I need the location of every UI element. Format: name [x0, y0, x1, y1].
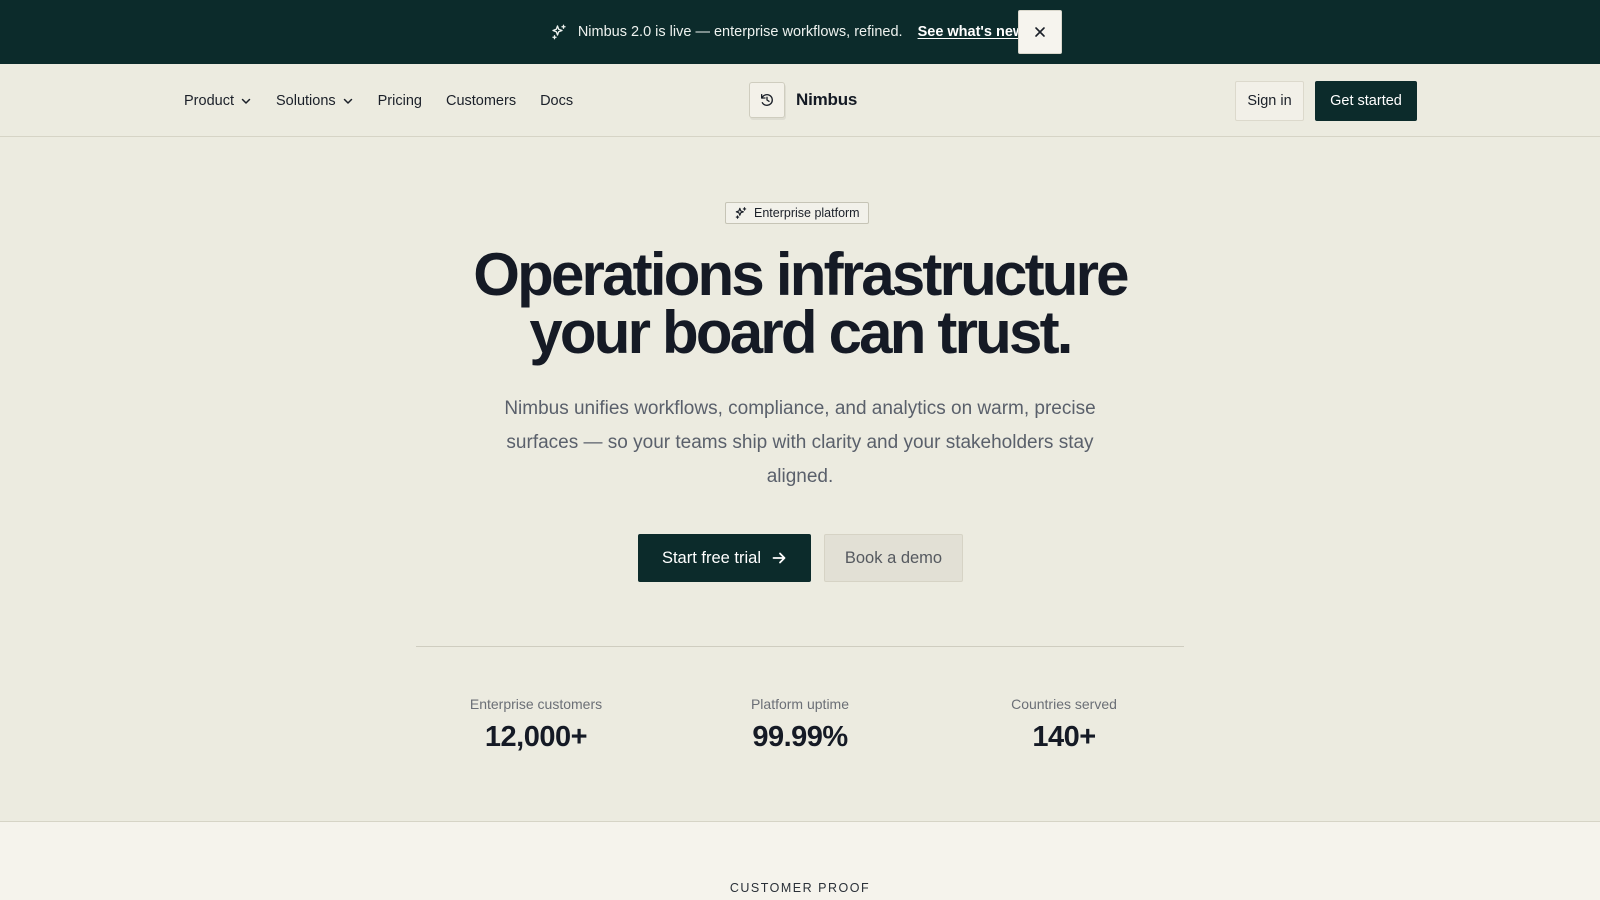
announcement-text: Nimbus 2.0 is live — enterprise workflow… [577, 24, 903, 40]
close-button[interactable] [1018, 10, 1062, 54]
nav-item-label: Docs [540, 92, 574, 109]
nav-item-pricing[interactable]: Pricing [378, 93, 422, 109]
brand-name: Nimbus [796, 90, 858, 109]
nav-item-label: Product [184, 92, 234, 109]
hero-headline: Operations infrastructure your board can… [400, 245, 1200, 363]
start-free-trial-button[interactable]: Start free trial [638, 534, 811, 582]
brand[interactable]: Nimbus [749, 82, 857, 118]
hero-badge: Enterprise platform [725, 202, 869, 224]
section-eyebrow: CUSTOMER PROOF [729, 881, 871, 895]
stat-platform-uptime: Platform uptime 99.99% [700, 696, 900, 754]
cta-primary-label: Start free trial [661, 548, 762, 567]
stat-label: Platform uptime [750, 696, 850, 712]
chevron-down-icon [240, 95, 252, 107]
close-icon [1035, 27, 1045, 37]
book-demo-button[interactable]: Book a demo [824, 534, 963, 582]
nav-item-customers[interactable]: Customers [446, 93, 516, 109]
sign-in-button[interactable]: Sign in [1235, 81, 1304, 121]
headline-line-1: Operations infrastructure [473, 241, 1129, 308]
stats-divider [416, 646, 1184, 647]
nav-item-label: Pricing [377, 92, 422, 109]
nav-item-product[interactable]: Product [184, 93, 252, 109]
nav-item-label: Solutions [275, 92, 336, 109]
stat-value: 99.99% [752, 721, 848, 753]
chevron-down-icon [342, 95, 354, 107]
stat-value: 12,000+ [484, 721, 588, 753]
nav-item-solutions[interactable]: Solutions [276, 93, 354, 109]
announcement-bar: Nimbus 2.0 is live — enterprise workflow… [0, 0, 1600, 64]
badge-label: Enterprise platform [754, 206, 860, 220]
stat-value: 140+ [1032, 721, 1096, 753]
stat-label: Countries served [1011, 696, 1117, 712]
stat-countries-served: Countries served 140+ [964, 696, 1164, 754]
arrow-right-icon [772, 552, 786, 564]
customer-proof-section: CUSTOMER PROOF [0, 821, 1600, 900]
stat-label: Enterprise customers [469, 696, 603, 712]
announcement-link[interactable]: See what's new [918, 24, 1025, 40]
nav-item-docs[interactable]: Docs [540, 93, 573, 109]
nimbus-logo-icon [749, 82, 785, 118]
sparkles-icon [735, 207, 747, 219]
stat-enterprise-customers: Enterprise customers 12,000+ [436, 696, 636, 754]
hero-subtitle: Nimbus unifies workflows, compliance, an… [504, 398, 1096, 487]
nav-item-label: Customers [445, 92, 517, 109]
nav-links: Product Solutions Pricing Customers Docs [184, 64, 573, 137]
headline-line-2: your board can trust. [529, 299, 1073, 366]
get-started-button[interactable]: Get started [1315, 81, 1417, 121]
sparkles-icon [550, 23, 568, 41]
